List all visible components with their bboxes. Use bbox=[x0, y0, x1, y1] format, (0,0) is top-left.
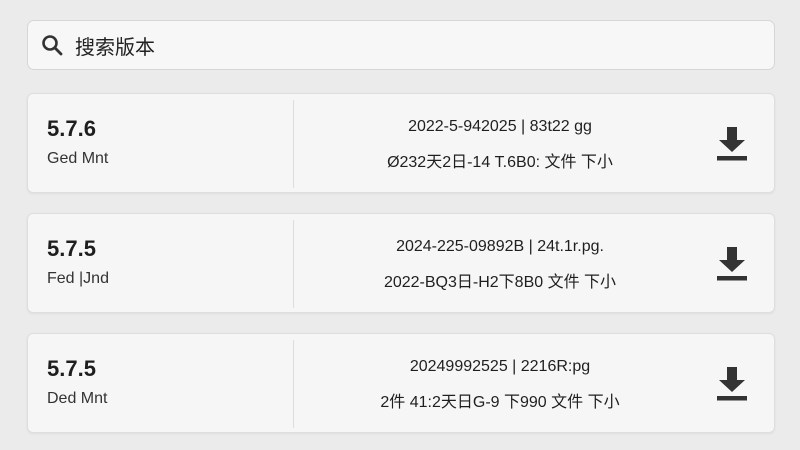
release-date-size: 2022-5-942025 | 83t22 gg bbox=[408, 118, 592, 135]
search-icon bbox=[39, 32, 65, 58]
version-status: Ged Mnt bbox=[47, 150, 109, 167]
version-meta: 20249992525 | 2216R:pg 2件 41:2天日G-9 下990… bbox=[300, 358, 700, 412]
file-size-info: Ø232天2日-14 T.6B0: 文件 下小 bbox=[387, 154, 613, 171]
version-number: 5.7.6 bbox=[47, 116, 96, 141]
version-card: 5.7.5 Ded Mnt 20249992525 | 2216R:pg 2件 … bbox=[27, 333, 775, 433]
version-card: 5.7.5 Fed |Jnd 2024-225-09892B | 24t.1r.… bbox=[27, 213, 775, 313]
download-icon bbox=[717, 367, 747, 401]
version-number: 5.7.5 bbox=[47, 356, 96, 381]
version-number: 5.7.5 bbox=[47, 236, 96, 261]
search-bar[interactable] bbox=[27, 20, 775, 70]
download-icon bbox=[717, 127, 747, 161]
version-meta: 2024-225-09892B | 24t.1r.pg. 2022-BQ3日-H… bbox=[300, 238, 700, 292]
version-status: Fed |Jnd bbox=[47, 270, 109, 287]
version-info: 5.7.6 Ged Mnt bbox=[47, 116, 287, 168]
version-info: 5.7.5 Ded Mnt bbox=[47, 356, 287, 408]
file-size-info: 2022-BQ3日-H2下8B0 文件 下小 bbox=[383, 274, 617, 291]
release-date-size: 20249992525 | 2216R:pg bbox=[409, 358, 591, 375]
download-button[interactable] bbox=[712, 124, 752, 164]
download-button[interactable] bbox=[712, 364, 752, 404]
version-meta: 2022-5-942025 | 83t22 gg Ø232天2日-14 T.6B… bbox=[300, 118, 700, 172]
version-info: 5.7.5 Fed |Jnd bbox=[47, 236, 287, 288]
download-button[interactable] bbox=[712, 244, 752, 284]
release-date-size: 2024-225-09892B | 24t.1r.pg. bbox=[396, 238, 604, 255]
download-icon bbox=[717, 247, 747, 281]
version-card: 5.7.6 Ged Mnt 2022-5-942025 | 83t22 gg Ø… bbox=[27, 93, 775, 193]
search-input[interactable] bbox=[75, 27, 755, 63]
file-size-info: 2件 41:2天日G-9 下990 文件 下小 bbox=[380, 394, 620, 411]
divider bbox=[293, 340, 294, 428]
version-status: Ded Mnt bbox=[47, 390, 108, 407]
divider bbox=[293, 220, 294, 308]
divider bbox=[293, 100, 294, 188]
